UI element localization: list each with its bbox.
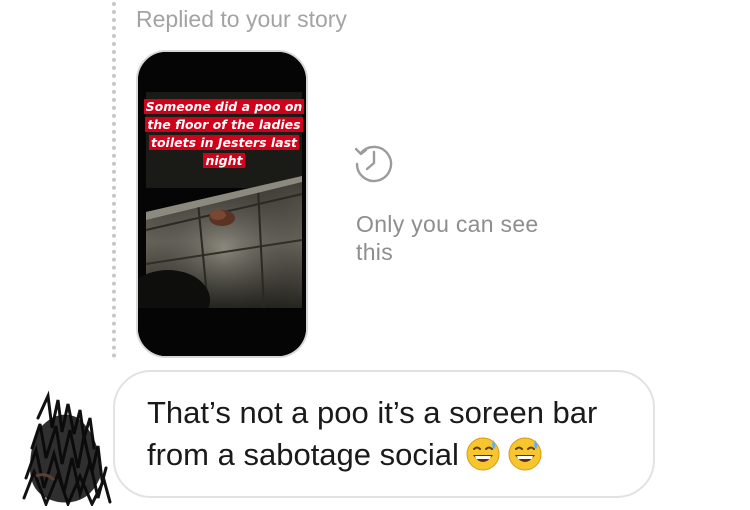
message-text: That’s not a poo it’s a soreen bar from …	[147, 392, 647, 476]
story-thumbnail[interactable]: Someone did a poo on the floor of the la…	[136, 50, 308, 358]
grinning-sweat-emoji-icon	[466, 437, 500, 471]
story-caption-line: night	[203, 153, 245, 168]
sender-avatar[interactable]	[18, 388, 113, 506]
grinning-sweat-emoji-icon	[508, 437, 542, 471]
message-bubble[interactable]: That’s not a poo it’s a soreen bar from …	[113, 370, 655, 498]
story-caption-line: toilets in Jesters last	[148, 135, 300, 150]
story-caption-line: the floor of the ladies	[145, 117, 303, 132]
history-icon	[354, 145, 393, 183]
only-you-can-see-notice: Only you can see this	[356, 211, 539, 265]
story-caption-line: Someone did a poo on	[143, 99, 305, 114]
story-caption: Someone did a poo on the floor of the la…	[142, 98, 306, 170]
replied-to-story-label: Replied to your story	[136, 6, 347, 32]
reply-thread-line	[112, 2, 116, 358]
